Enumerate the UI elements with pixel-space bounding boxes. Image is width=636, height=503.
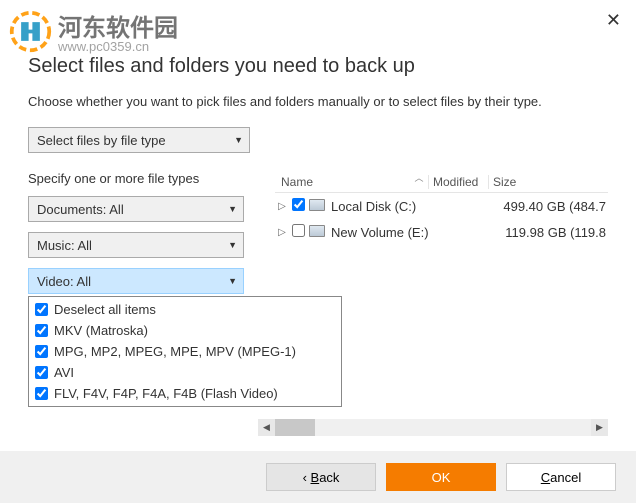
item-label: AVI (54, 365, 74, 380)
row-size: 499.40 GB (484.7 (488, 199, 608, 214)
sort-indicator-icon: ︿ (410, 171, 428, 184)
ok-button[interactable]: OK (386, 463, 496, 491)
item-checkbox[interactable] (35, 303, 48, 316)
music-select-label: Music: All (37, 238, 92, 253)
chevron-down-icon: ▼ (228, 240, 237, 250)
item-checkbox[interactable] (35, 366, 48, 379)
file-tree: Name ︿ Modified Size ▷ Local Disk (C:) 4… (275, 171, 608, 304)
scroll-left-icon[interactable]: ◀ (258, 419, 275, 436)
music-select[interactable]: Music: All ▼ (28, 232, 244, 258)
tree-row[interactable]: ▷ Local Disk (C:) 499.40 GB (484.7 (275, 193, 608, 219)
item-checkbox[interactable] (35, 345, 48, 358)
item-checkbox[interactable] (35, 387, 48, 400)
list-item[interactable]: FLV, F4V, F4P, F4A, F4B (Flash Video) (29, 383, 341, 404)
mode-select[interactable]: Select files by file type ▼ (28, 127, 250, 153)
item-label: MPG, MP2, MPEG, MPE, MPV (MPEG-1) (54, 344, 296, 359)
expand-icon[interactable]: ▷ (275, 201, 289, 212)
row-size: 119.98 GB (119.8 (488, 225, 608, 240)
item-label: Deselect all items (54, 302, 156, 317)
column-size[interactable]: Size (488, 175, 608, 189)
scroll-right-icon[interactable]: ▶ (591, 419, 608, 436)
documents-select[interactable]: Documents: All ▼ (28, 196, 244, 222)
expand-icon[interactable]: ▷ (275, 227, 289, 238)
list-item[interactable]: Deselect all items (29, 299, 341, 320)
row-checkbox[interactable] (292, 198, 306, 214)
horizontal-scrollbar[interactable]: ◀ ▶ (258, 419, 608, 436)
column-modified[interactable]: Modified (428, 175, 488, 189)
item-label: FLV, F4V, F4P, F4A, F4B (Flash Video) (54, 386, 278, 401)
chevron-down-icon: ▼ (228, 276, 237, 286)
video-select-label: Video: All (37, 274, 91, 289)
tree-row[interactable]: ▷ New Volume (E:) 119.98 GB (119.8 (275, 219, 608, 245)
documents-select-label: Documents: All (37, 202, 124, 217)
row-name: New Volume (E:) (331, 225, 488, 240)
row-checkbox[interactable] (292, 224, 306, 240)
tree-header: Name ︿ Modified Size (275, 171, 608, 193)
page-subtitle: Choose whether you want to pick files an… (28, 94, 608, 109)
back-button[interactable]: ‹ Back (266, 463, 376, 491)
item-label: MKV (Matroska) (54, 323, 148, 338)
dialog-footer: ‹ Back OK Cancel (0, 451, 636, 503)
watermark-title: 河东软件园 (58, 8, 178, 43)
row-name: Local Disk (C:) (331, 199, 488, 214)
logo-icon (8, 9, 53, 54)
disk-icon (309, 199, 327, 213)
page-title: Select files and folders you need to bac… (28, 55, 608, 78)
column-name[interactable]: Name (275, 175, 410, 189)
disk-icon (309, 225, 327, 239)
video-dropdown-list[interactable]: Deselect all items MKV (Matroska) MPG, M… (28, 296, 342, 407)
mode-select-label: Select files by file type (37, 133, 166, 148)
scroll-track[interactable] (275, 419, 591, 436)
specify-label: Specify one or more file types (28, 171, 263, 186)
close-button[interactable]: ✕ (606, 10, 621, 31)
list-item[interactable]: MKV (Matroska) (29, 320, 341, 341)
cancel-button[interactable]: Cancel (506, 463, 616, 491)
chevron-down-icon: ▼ (228, 204, 237, 214)
list-item[interactable]: AVI (29, 362, 341, 383)
watermark: 河东软件园 www.pc0359.cn (8, 8, 178, 54)
video-select[interactable]: Video: All ▼ (28, 268, 244, 294)
scroll-thumb[interactable] (275, 419, 315, 436)
list-item[interactable]: MPG, MP2, MPEG, MPE, MPV (MPEG-1) (29, 341, 341, 362)
chevron-down-icon: ▼ (234, 135, 243, 145)
item-checkbox[interactable] (35, 324, 48, 337)
